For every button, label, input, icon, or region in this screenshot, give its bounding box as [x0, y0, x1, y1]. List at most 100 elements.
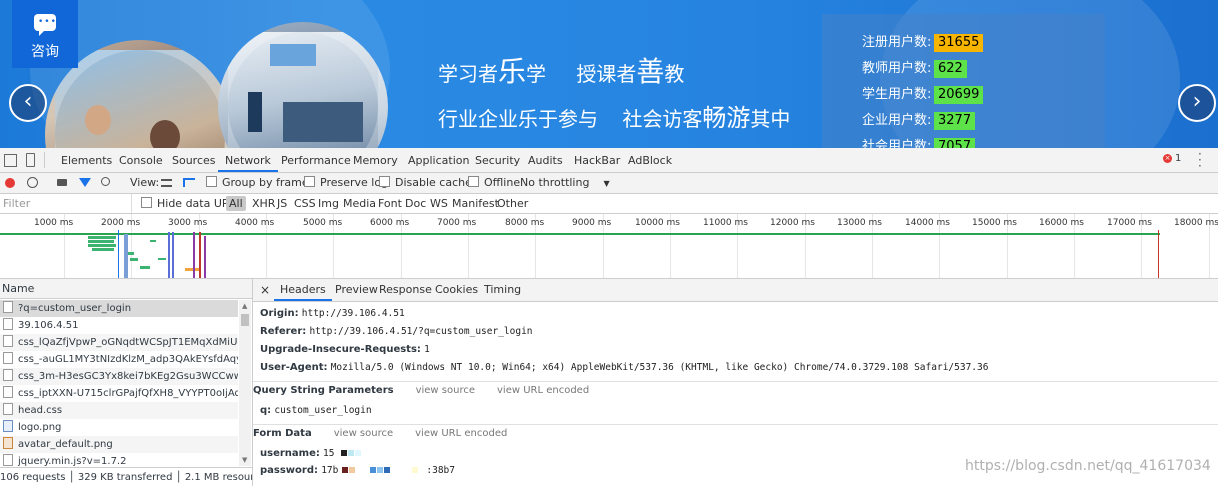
checkbox[interactable]: [468, 176, 479, 187]
filter-type-all[interactable]: All: [226, 196, 246, 211]
tab-cookies[interactable]: Cookies: [435, 279, 478, 301]
waterfall-bar: [0, 233, 1160, 235]
preserve-log-toggle[interactable]: Preserve log: [304, 173, 388, 193]
scroll-thumb[interactable]: [241, 314, 249, 326]
image-file-icon: [3, 420, 13, 432]
view-source-link[interactable]: view source: [416, 385, 475, 396]
request-row[interactable]: head.css: [0, 402, 238, 419]
capture-screenshots-icon[interactable]: [57, 179, 67, 186]
request-row[interactable]: css_3m-H3esGC3Yx8kei7bKEg2Gsu3WCCwwQxF4M…: [0, 368, 238, 385]
request-row[interactable]: css_-auGL1MY3tNIzdKlzM_adp3QAkEYsfdAqyUM…: [0, 351, 238, 368]
view-source-link[interactable]: view source: [334, 428, 393, 439]
clear-icon[interactable]: [27, 177, 38, 188]
tab-preview[interactable]: Preview: [335, 279, 378, 301]
tick-label: 6000 ms: [370, 218, 410, 228]
large-rows-icon[interactable]: [161, 179, 172, 187]
tab-sources[interactable]: Sources: [172, 148, 216, 172]
filter-type-ws[interactable]: WS: [430, 194, 448, 213]
divider: [44, 152, 45, 168]
filter-type-media[interactable]: Media: [343, 194, 376, 213]
network-toolbar: View: Group by frame Preserve log Disabl…: [0, 173, 1218, 194]
query-string-section-header[interactable]: Query String Parameters view source view U…: [253, 381, 1218, 400]
checkbox[interactable]: [206, 176, 217, 187]
request-name: css_iptXXN-U715clrGPajfQfXH8_VYYPT0oIjAd…: [18, 388, 238, 399]
search-icon[interactable]: [101, 177, 110, 186]
close-icon[interactable]: ×: [260, 279, 270, 301]
request-row[interactable]: css_lQaZfjVpwP_oGNqdtWCSpJT1EMqXdMiU84ek…: [0, 334, 238, 351]
network-summary: 106 requests │ 329 KB transferred │ 2.1 …: [0, 467, 252, 487]
waterfall-bar: [130, 258, 138, 261]
waterfall-overview-icon[interactable]: [183, 178, 195, 187]
inspect-element-icon[interactable]: [4, 154, 17, 167]
dom-content-loaded-line: [118, 230, 119, 278]
throttling-select[interactable]: No throttling ▼: [520, 173, 610, 193]
scroll-down-icon[interactable]: ▼: [242, 456, 247, 464]
tab-console[interactable]: Console: [119, 148, 163, 172]
error-count[interactable]: 1: [1175, 153, 1181, 164]
filter-type-js[interactable]: JS: [277, 194, 287, 213]
waterfall-bar: [204, 236, 206, 278]
checkbox[interactable]: [379, 176, 390, 187]
redacted-mosaic: [342, 465, 426, 476]
request-row[interactable]: 39.106.4.51: [0, 317, 238, 334]
waterfall-bar: [185, 268, 199, 271]
request-row[interactable]: avatar_default.png: [0, 436, 238, 453]
query-param: q: custom_user_login: [260, 405, 372, 416]
carousel-next-button[interactable]: ›: [1178, 84, 1216, 122]
tick-label: 5000 ms: [303, 218, 343, 228]
checkbox[interactable]: [141, 197, 152, 208]
document-icon: [3, 403, 13, 415]
network-overview-timeline[interactable]: 1000 ms 2000 ms 3000 ms 4000 ms 5000 ms …: [0, 214, 1218, 279]
filter-input[interactable]: Filter: [0, 194, 132, 213]
checkbox-label: Preserve log: [320, 176, 389, 189]
request-row[interactable]: jquery.min.js?v=1.7.2: [0, 453, 238, 467]
filter-type-other[interactable]: Other: [497, 194, 528, 213]
record-icon[interactable]: [5, 178, 15, 188]
section-title: Query String Parameters: [253, 385, 394, 396]
checkbox[interactable]: [304, 176, 315, 187]
filter-type-font[interactable]: Font: [378, 194, 402, 213]
view-url-encoded-link[interactable]: view URL encoded: [415, 428, 507, 439]
offline-toggle[interactable]: Offline: [468, 173, 520, 193]
stat-label: 社会用户数:: [862, 139, 932, 148]
stat-label: 企业用户数:: [862, 113, 932, 128]
request-name: jquery.min.js?v=1.7.2: [18, 456, 127, 467]
disable-cache-toggle[interactable]: Disable cache: [379, 173, 472, 193]
tab-headers[interactable]: Headers: [274, 279, 332, 301]
stat-enterprise-users: 企业用户数: 3277: [862, 109, 976, 130]
tab-security[interactable]: Security: [475, 148, 520, 172]
scroll-up-icon[interactable]: ▲: [242, 302, 247, 310]
tab-elements[interactable]: Elements: [61, 148, 112, 172]
request-list-scrollbar[interactable]: ▲ ▼: [239, 300, 251, 466]
tab-hackbar[interactable]: HackBar: [574, 148, 620, 172]
tab-adblock[interactable]: AdBlock: [628, 148, 672, 172]
filter-icon[interactable]: [79, 178, 91, 187]
filter-type-css[interactable]: CSS: [294, 194, 316, 213]
device-toolbar-icon[interactable]: [26, 153, 35, 167]
tab-audits[interactable]: Audits: [528, 148, 563, 172]
filter-type-xhr[interactable]: XHR: [252, 194, 275, 213]
tab-network[interactable]: Network: [218, 148, 278, 172]
filter-type-img[interactable]: Img: [318, 194, 339, 213]
tab-response[interactable]: Response: [379, 279, 432, 301]
more-menu-icon[interactable]: · · ·: [1198, 148, 1202, 172]
request-name: logo.png: [18, 422, 62, 433]
request-row[interactable]: ?q=custom_user_login: [0, 300, 238, 317]
tab-application[interactable]: Application: [408, 148, 469, 172]
document-icon: [3, 335, 13, 347]
filter-type-manifest[interactable]: Manifest: [452, 194, 499, 213]
tab-timing[interactable]: Timing: [484, 279, 521, 301]
request-row[interactable]: css_iptXXN-U715clrGPajfQfXH8_VYYPT0oIjAd…: [0, 385, 238, 402]
error-icon[interactable]: ×: [1163, 154, 1172, 163]
group-by-frame-toggle[interactable]: Group by frame: [206, 173, 309, 193]
stat-public-users: 社会用户数: 7057: [862, 135, 976, 148]
filter-type-doc[interactable]: Doc: [405, 194, 426, 213]
tab-performance[interactable]: Performance: [281, 148, 351, 172]
request-row[interactable]: logo.png: [0, 419, 238, 436]
form-data-section-header[interactable]: Form Data view source view URL encoded: [253, 424, 1218, 443]
name-column-header[interactable]: Name: [0, 279, 252, 299]
view-url-encoded-link[interactable]: view URL encoded: [497, 385, 589, 396]
carousel-prev-button[interactable]: ‹: [9, 84, 47, 122]
consult-button[interactable]: ••• 咨询: [12, 0, 78, 68]
tab-memory[interactable]: Memory: [353, 148, 398, 172]
